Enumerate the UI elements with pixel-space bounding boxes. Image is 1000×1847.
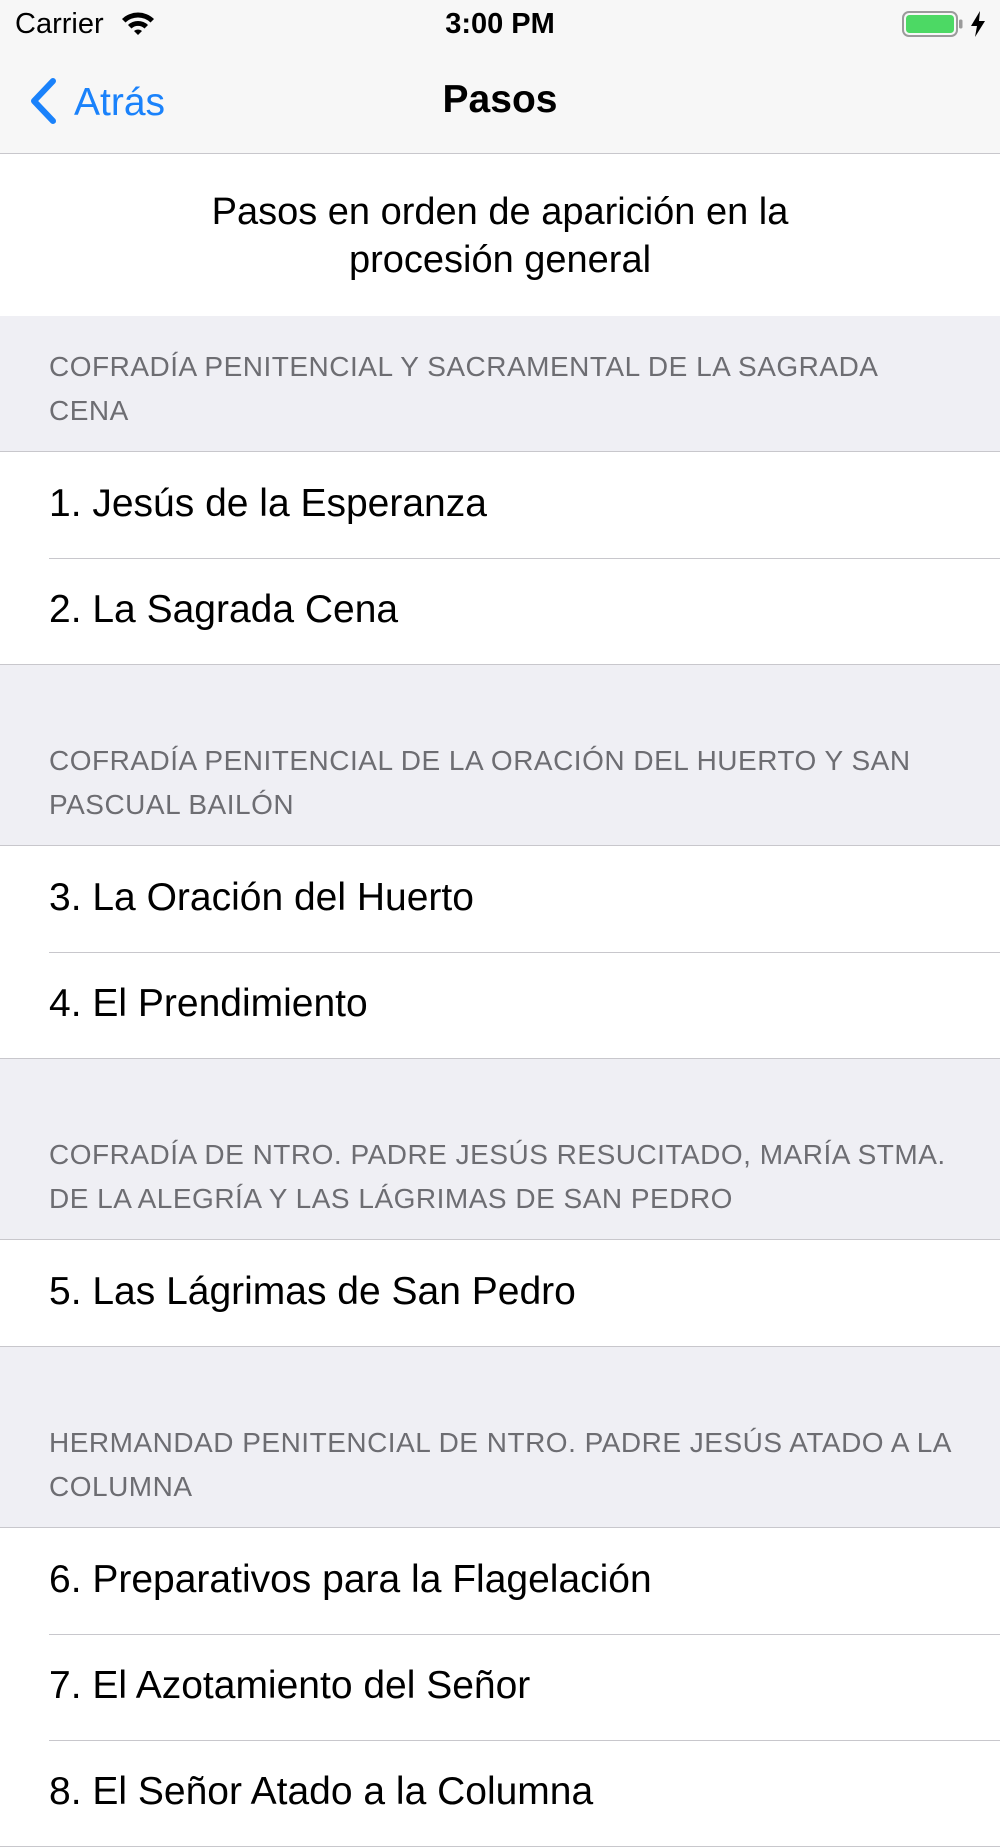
list-item[interactable]: 1. Jesús de la Esperanza	[0, 452, 1000, 558]
pasos-list: COFRADÍA PENITENCIAL Y SACRAMENTAL DE LA…	[0, 316, 1000, 1847]
section-group: 6. Preparativos para la Flagelación 7. E…	[0, 1527, 1000, 1847]
list-item[interactable]: 3. La Oración del Huerto	[0, 846, 1000, 952]
list-item-label: 6. Preparativos para la Flagelación	[49, 1558, 652, 1601]
list-item[interactable]: 6. Preparativos para la Flagelación	[0, 1528, 1000, 1634]
list-item[interactable]: 7. El Azotamiento del Señor	[0, 1634, 1000, 1740]
list-item-label: 2. La Sagrada Cena	[49, 588, 399, 631]
section-header: HERMANDAD PENITENCIAL DE NTRO. PADRE JES…	[0, 1347, 1000, 1527]
section-header-title: COFRADÍA DE NTRO. PADRE JESÚS RESUCITADO…	[49, 1139, 946, 1214]
list-item-label: 5. Las Lágrimas de San Pedro	[49, 1270, 576, 1313]
list-item[interactable]: 4. El Prendimiento	[0, 952, 1000, 1058]
list-item-label: 3. La Oración del Huerto	[49, 876, 474, 919]
battery-icon	[902, 11, 964, 42]
section-header: COFRADÍA PENITENCIAL DE LA ORACIÓN DEL H…	[0, 665, 1000, 845]
list-item-label: 4. El Prendimiento	[49, 982, 368, 1025]
section-group: 3. La Oración del Huerto 4. El Prendimie…	[0, 845, 1000, 1059]
navigation-bar: Atrás Pasos	[0, 50, 1000, 154]
intro-text-line-2: procesión general	[348, 239, 652, 281]
list-item[interactable]: 2. La Sagrada Cena	[0, 558, 1000, 664]
intro-text-line-1: Pasos en orden de aparición en la	[211, 191, 789, 233]
section-header-title: COFRADÍA PENITENCIAL DE LA ORACIÓN DEL H…	[49, 745, 911, 820]
list-item-label: 7. El Azotamiento del Señor	[49, 1664, 531, 1707]
section-header-title: HERMANDAD PENITENCIAL DE NTRO. PADRE JES…	[49, 1427, 951, 1502]
status-bar: Carrier 3:00 PM	[0, 0, 1000, 50]
list-item[interactable]: 5. Las Lágrimas de San Pedro	[0, 1240, 1000, 1346]
charging-bolt-icon	[970, 10, 986, 43]
section-group: 5. Las Lágrimas de San Pedro	[0, 1239, 1000, 1347]
page-title: Pasos	[442, 78, 558, 121]
clock: 3:00 PM	[445, 8, 555, 40]
section-header: COFRADÍA PENITENCIAL Y SACRAMENTAL DE LA…	[0, 316, 1000, 451]
list-item-label: 8. El Señor Atado a la Columna	[49, 1770, 594, 1813]
section-group: 1. Jesús de la Esperanza 2. La Sagrada C…	[0, 451, 1000, 665]
section-header: COFRADÍA DE NTRO. PADRE JESÚS RESUCITADO…	[0, 1059, 1000, 1239]
list-item[interactable]: 8. El Señor Atado a la Columna	[0, 1740, 1000, 1846]
intro-text: Pasos en orden de aparición en la proces…	[150, 188, 850, 284]
section-header-title: COFRADÍA PENITENCIAL Y SACRAMENTAL DE LA…	[49, 351, 877, 426]
list-item-label: 1. Jesús de la Esperanza	[49, 482, 487, 525]
list-intro-header: Pasos en orden de aparición en la proces…	[0, 154, 1000, 316]
